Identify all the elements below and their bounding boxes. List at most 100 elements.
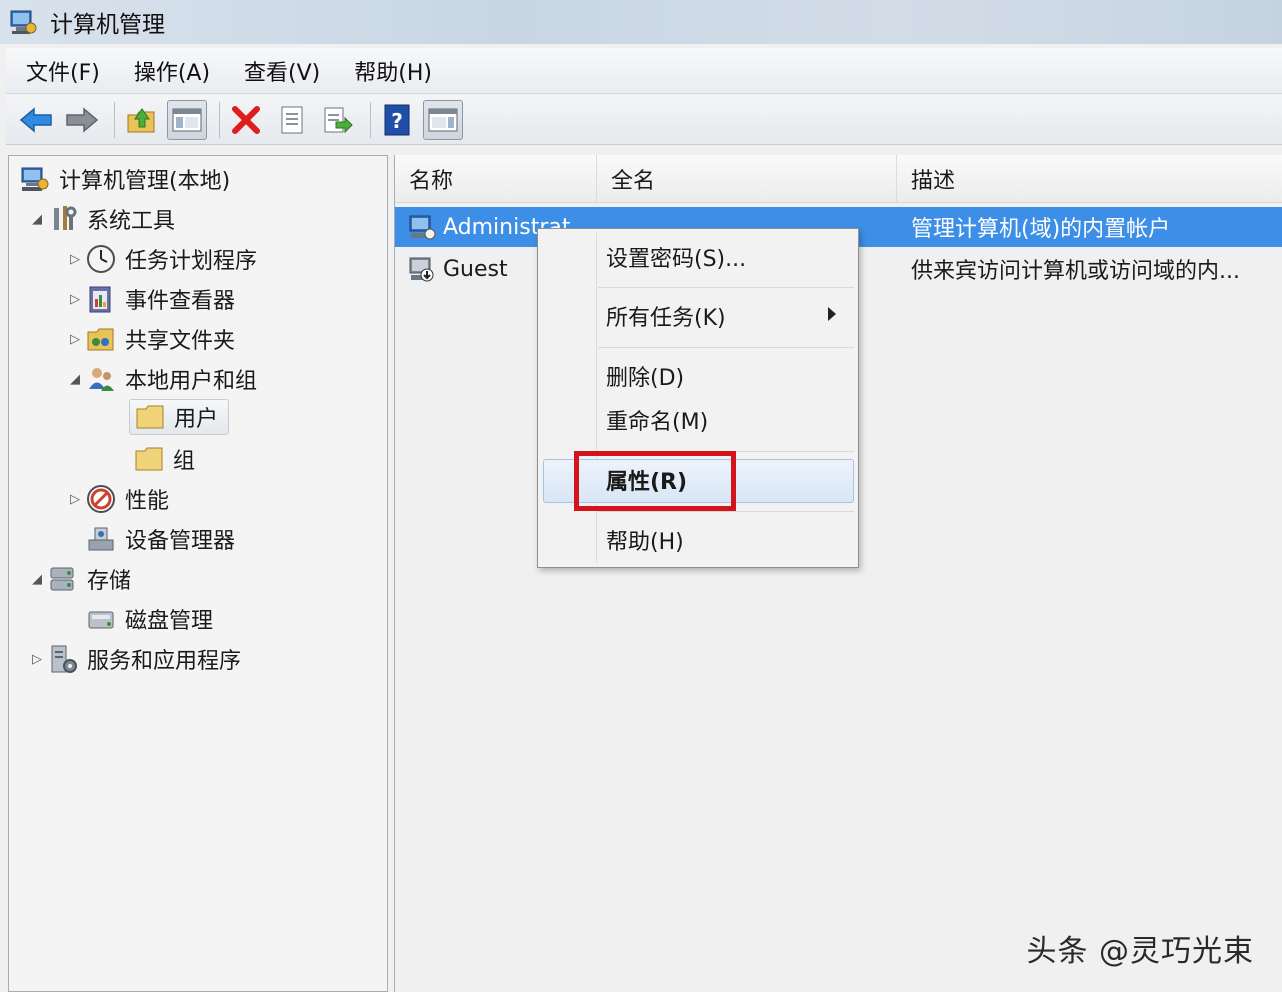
menu-item-set-password[interactable]: 设置密码(S)... (606, 237, 746, 277)
menu-separator (598, 287, 854, 288)
help-icon: ? (384, 104, 410, 135)
column-fullname[interactable]: 全名 (597, 155, 897, 203)
menu-separator (598, 511, 854, 512)
collapse-arrow-icon[interactable]: ◢ (27, 572, 47, 587)
tree-item-local-users-groups[interactable]: ◢ 本地用户和组 (65, 362, 257, 396)
folder-icon (133, 444, 165, 474)
tree-item-disk-management[interactable]: 磁盘管理 (85, 602, 213, 636)
expand-arrow-icon[interactable]: ▷ (65, 332, 85, 347)
toolbar-separator (219, 101, 220, 138)
clock-icon (85, 244, 117, 274)
menu-action[interactable]: 操作(A) (134, 55, 210, 87)
cell-description: 管理计算机(域)的内置帐户 (911, 217, 1171, 242)
up-one-level-button[interactable] (121, 100, 161, 140)
tree-label: 设备管理器 (125, 529, 236, 554)
console-tree: 计算机管理(本地) ◢ 系统工具 ▷ 任务计划程序 ▷ 事件查看器 ▷ 共享文件… (8, 155, 388, 992)
tree-label: 共享文件夹 (125, 329, 236, 354)
tree-label: 性能 (125, 489, 170, 514)
show-hide-action-pane-button[interactable] (423, 99, 463, 140)
device-manager-icon (85, 524, 117, 554)
user-icon (409, 215, 436, 240)
tree-item-shared-folders[interactable]: ▷ 共享文件夹 (65, 322, 235, 356)
column-description[interactable]: 描述 (897, 155, 1282, 203)
action-pane-icon (428, 108, 458, 131)
show-hide-tree-icon (172, 108, 202, 131)
forward-button[interactable] (62, 100, 102, 140)
user-icon (409, 257, 434, 282)
services-apps-icon (47, 644, 79, 674)
title-bar: 计算机管理 (0, 0, 1282, 44)
storage-icon (47, 564, 79, 594)
tree-label: 服务和应用程序 (87, 649, 242, 674)
toolbar: ? (6, 95, 1282, 145)
collapse-arrow-icon[interactable]: ◢ (65, 372, 85, 387)
export-list-button[interactable] (318, 100, 358, 140)
cell-description: 供来宾访问计算机或访问域的内... (911, 259, 1240, 284)
delete-button[interactable] (226, 100, 266, 140)
column-header: 名称 全名 描述 (395, 155, 1282, 203)
menu-gutter (596, 233, 597, 563)
up-folder-icon (127, 107, 155, 132)
tree-label: 存储 (87, 569, 132, 594)
svg-text:?: ? (391, 109, 403, 133)
show-hide-console-tree-button[interactable] (167, 99, 207, 140)
forward-arrow-icon (66, 106, 99, 133)
tree-item-event-viewer[interactable]: ▷ 事件查看器 (65, 282, 235, 316)
column-name[interactable]: 名称 (395, 155, 597, 203)
expand-arrow-icon[interactable]: ▷ (65, 252, 85, 267)
tree-item-groups[interactable]: 组 (133, 442, 195, 476)
users-groups-icon (85, 364, 117, 394)
delete-icon (232, 105, 260, 134)
help-button[interactable]: ? (377, 100, 417, 140)
tree-item-performance[interactable]: ▷ 性能 (65, 482, 169, 516)
tree-label: 系统工具 (87, 209, 176, 234)
properties-button[interactable] (272, 100, 312, 140)
expand-arrow-icon[interactable]: ▷ (65, 292, 85, 307)
tree-label: 计算机管理(本地) (59, 169, 231, 194)
tree-item-users[interactable]: 用户 (129, 399, 230, 435)
toolbar-separator (370, 101, 371, 138)
folder-icon (134, 402, 166, 432)
menu-bar: 文件(F) 操作(A) 查看(V) 帮助(H) (6, 48, 1282, 94)
watermark: 头条 @灵巧光束 (1026, 934, 1254, 969)
performance-icon (85, 484, 117, 514)
menu-item-rename[interactable]: 重命名(M) (606, 400, 708, 440)
context-menu: 设置密码(S)... 所有任务(K) 删除(D) 重命名(M) 属性(R) 帮助… (537, 228, 859, 568)
menu-item-all-tasks[interactable]: 所有任务(K) (606, 296, 726, 336)
menu-item-delete[interactable]: 删除(D) (606, 356, 684, 396)
tree-item-services-apps[interactable]: ▷ 服务和应用程序 (27, 642, 241, 676)
window-title: 计算机管理 (50, 12, 165, 38)
menu-file[interactable]: 文件(F) (26, 55, 100, 87)
computer-management-icon (10, 10, 37, 34)
collapse-arrow-icon[interactable]: ◢ (27, 212, 47, 227)
menu-separator (598, 347, 854, 348)
properties-icon (281, 106, 303, 133)
menu-view[interactable]: 查看(V) (244, 55, 320, 87)
back-arrow-icon (19, 106, 52, 133)
expand-arrow-icon[interactable]: ▷ (27, 652, 47, 667)
menu-item-help[interactable]: 帮助(H) (606, 520, 684, 560)
tree-item-storage[interactable]: ◢ 存储 (27, 562, 131, 596)
disk-management-icon (85, 604, 117, 634)
tree-item-system-tools[interactable]: ◢ 系统工具 (27, 202, 175, 236)
tree-label: 事件查看器 (125, 289, 236, 314)
annotation-highlight-box (574, 451, 736, 511)
tree-label: 组 (173, 449, 196, 474)
tree-item-computer-management[interactable]: 计算机管理(本地) (19, 162, 230, 196)
toolbar-separator (114, 101, 115, 138)
tree-label: 任务计划程序 (125, 249, 258, 274)
system-tools-icon (47, 204, 79, 234)
event-viewer-icon (85, 284, 117, 314)
tree-selection: 用户 (129, 399, 230, 435)
expand-arrow-icon[interactable]: ▷ (65, 492, 85, 507)
tree-label: 磁盘管理 (125, 609, 214, 634)
computer-management-icon (19, 164, 51, 194)
user-name: Guest (443, 256, 508, 282)
menu-help[interactable]: 帮助(H) (354, 55, 432, 87)
tree-item-device-manager[interactable]: 设备管理器 (85, 522, 235, 556)
shared-folder-icon (85, 324, 117, 354)
back-button[interactable] (16, 100, 56, 140)
tree-label: 本地用户和组 (125, 369, 258, 394)
tree-label: 用户 (174, 407, 219, 432)
tree-item-task-scheduler[interactable]: ▷ 任务计划程序 (65, 242, 257, 276)
